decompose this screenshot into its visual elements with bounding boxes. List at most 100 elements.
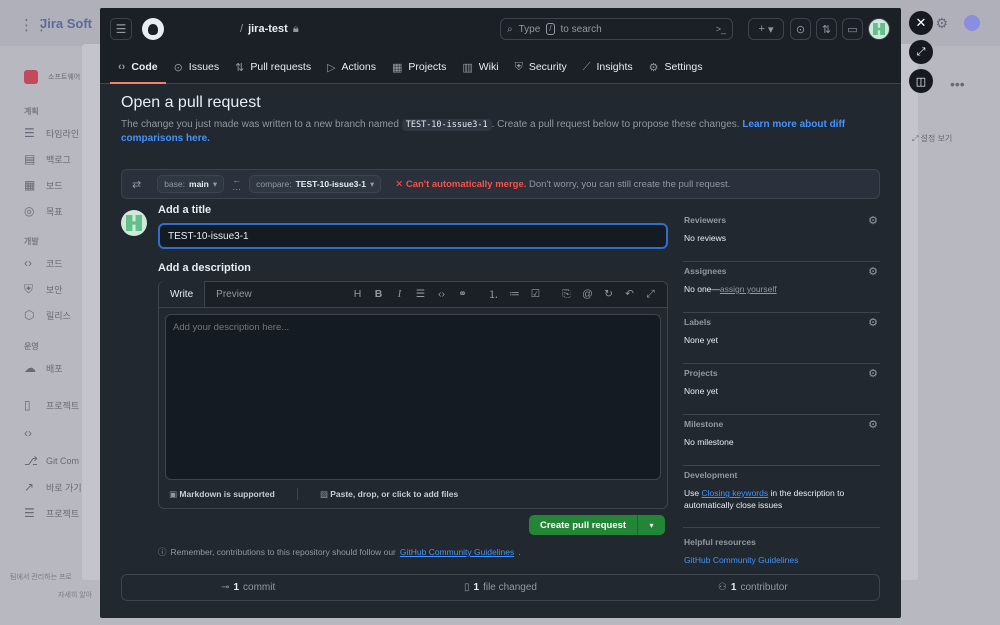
pull-requests-icon[interactable]: ⇅ [816,18,837,40]
bg-sidebar-item: ↗ 바로 가기 [24,480,82,494]
tab-actions[interactable]: ▷ Actions [319,52,384,82]
play-icon: ▷ [327,61,336,74]
contribution-reminder: ⓘ Remember, contributions to this reposi… [158,547,521,557]
bg-sidebar-item: ▦ 보드 [24,178,63,192]
gear-icon[interactable]: ⚙ [868,367,878,380]
write-tab[interactable]: Write [159,281,206,307]
milestone-section: Milestone ⚙ No milestone [683,415,880,466]
gear-icon[interactable]: ⚙ [868,316,878,329]
bg-sidebar-item: ⬡ 릴리스 [24,308,71,322]
bullet-list-icon[interactable]: ≔ [504,288,525,300]
files-changed-stat[interactable]: ▯ 1 file changed [374,575,626,600]
resources-guidelines-link[interactable]: GitHub Community Guidelines [684,555,798,565]
assign-yourself-link[interactable]: assign yourself [720,284,777,294]
compare-branch-select[interactable]: compare: TEST-10-issue3-1 ▾ [249,175,382,193]
tab-settings[interactable]: ⚙ Settings [641,52,711,82]
labels-section: Labels ⚙ None yet [683,313,880,364]
create-new-button[interactable]: + ▾ [748,18,784,40]
bg-sidebar-item: ⎇ Git Com [24,454,80,468]
caret-down-icon: ▾ [369,178,375,189]
file-diff-icon: ▯ [463,582,470,593]
base-branch-select[interactable]: base: main ▾ [157,175,225,193]
tab-projects[interactable]: ▦ Projects [384,52,454,82]
attach-icon[interactable]: ⎘ [556,288,577,301]
arrow-left-icon: ←… [232,175,242,192]
tab-wiki[interactable]: ▥ Wiki [454,52,506,82]
graph-icon: ⟋ [582,60,591,73]
create-pull-request-group: Create pull request ▾ [529,515,666,535]
italic-icon[interactable]: I [389,289,410,300]
search-icon: ⌕ [507,23,513,35]
divider [296,488,298,500]
command-palette-icon[interactable]: >_ [716,24,726,34]
commits-stat[interactable]: ⊸ 1 commit [122,575,374,600]
github-window: ☰ / jira-test 🔒︎ ⌕ Type / to search >_ +… [100,8,901,618]
fullscreen-icon[interactable]: ⤢ [640,288,661,301]
page-description: The change you just made was written to … [121,119,846,144]
community-guidelines-link[interactable]: GitHub Community Guidelines [400,547,514,557]
reference-icon[interactable]: ↻ [598,288,619,300]
projects-section: Projects ⚙ None yet [683,364,880,415]
code-icon[interactable]: ‹› [431,288,452,300]
editor-tabs: Write Preview H B I ☰ ‹› ⚭ ⒈ ≔ ☑ ⎘ @ ↻ ↶… [159,281,667,308]
repo-link[interactable]: jira-test [248,23,288,36]
create-pull-request-button[interactable]: Create pull request [529,515,639,535]
bg-sidebar-item: ☁ 배포 [24,361,63,375]
undo-icon[interactable]: ↶ [619,288,640,300]
title-input[interactable] [158,223,668,249]
bg-sidebar-item: ◎ 목표 [24,204,63,218]
menu-icon[interactable]: ☰ [110,18,132,40]
gear-icon[interactable]: ⚙ [868,214,878,227]
github-logo-icon[interactable] [142,18,164,40]
description-textarea[interactable] [165,314,661,480]
tab-security[interactable]: ⛨ Security [507,52,575,82]
inbox-icon[interactable]: ▭ [842,18,863,40]
close-icon[interactable]: ✕ [909,11,933,35]
sidebar-toggle-icon[interactable]: ◫ [909,69,933,93]
author-avatar [121,210,147,236]
markdown-icon: ▣ [169,488,178,499]
background-right-icons: ⚙ [935,15,980,32]
expand-icon[interactable]: ⤢ [909,40,933,64]
heading-icon[interactable]: H [347,288,368,300]
bold-icon[interactable]: B [368,288,389,300]
gear-icon[interactable]: ⚙ [868,265,878,278]
image-icon: ▨ [319,488,328,499]
closing-keywords-link[interactable]: Closing keywords [702,488,769,498]
numbered-list-icon[interactable]: ⒈ [483,287,504,302]
info-icon: ⓘ [158,547,167,557]
search-input[interactable]: ⌕ Type / to search >_ [500,18,733,40]
compare-stats: ⊸ 1 commit ▯ 1 file changed ⚇ 1 contributor [121,574,880,601]
link-icon[interactable]: ⚭ [452,288,473,300]
tab-code[interactable]: ‹› Code [110,52,166,84]
create-options-dropdown[interactable]: ▾ [638,515,666,535]
markdown-note[interactable]: ▣ Markdown is supported [169,489,275,500]
task-list-icon[interactable]: ☑ [525,288,546,300]
caret-down-icon: ▾ [212,178,218,189]
search-shortcut-key: / [546,23,555,35]
description-editor: Write Preview H B I ☰ ‹› ⚭ ⒈ ≔ ☑ ⎘ @ ↻ ↶… [158,281,668,509]
gear-icon[interactable]: ⚙ [868,418,878,431]
more-icon: ••• [950,76,965,92]
issues-icon[interactable]: ⊙ [790,18,811,40]
book-icon: ▥ [462,61,473,74]
bg-settings-view: ⤢ 설정 보기 [912,134,953,143]
issue-icon: ⊙ [173,61,183,74]
development-section: Development Use Closing keywords in the … [683,466,880,528]
attach-files-note[interactable]: ▨ Paste, drop, or click to add files [320,489,458,500]
assignees-section: Assignees ⚙ No one—assign yourself [683,262,880,313]
bg-sidebar-item: ▯ 프로젝트 [24,398,80,412]
contributors-stat[interactable]: ⚇ 1 contributor [627,575,879,600]
bg-sidebar-item: 소프트웨어 [24,70,80,84]
background-app-name: Jira Soft [40,16,93,31]
mention-icon[interactable]: @ [577,288,598,300]
bg-section: 개발 [24,237,39,246]
tab-insights[interactable]: ⟋ Insights [575,52,641,82]
preview-tab[interactable]: Preview [205,281,263,307]
user-avatar[interactable] [868,18,890,40]
quote-icon[interactable]: ☰ [410,288,431,300]
tab-pull-requests[interactable]: ⇅ Pull requests [227,52,319,82]
bg-section: 운영 [24,342,39,351]
bg-sidebar-item: ▤ 백로그 [24,152,71,166]
tab-issues[interactable]: ⊙ Issues [166,52,228,82]
